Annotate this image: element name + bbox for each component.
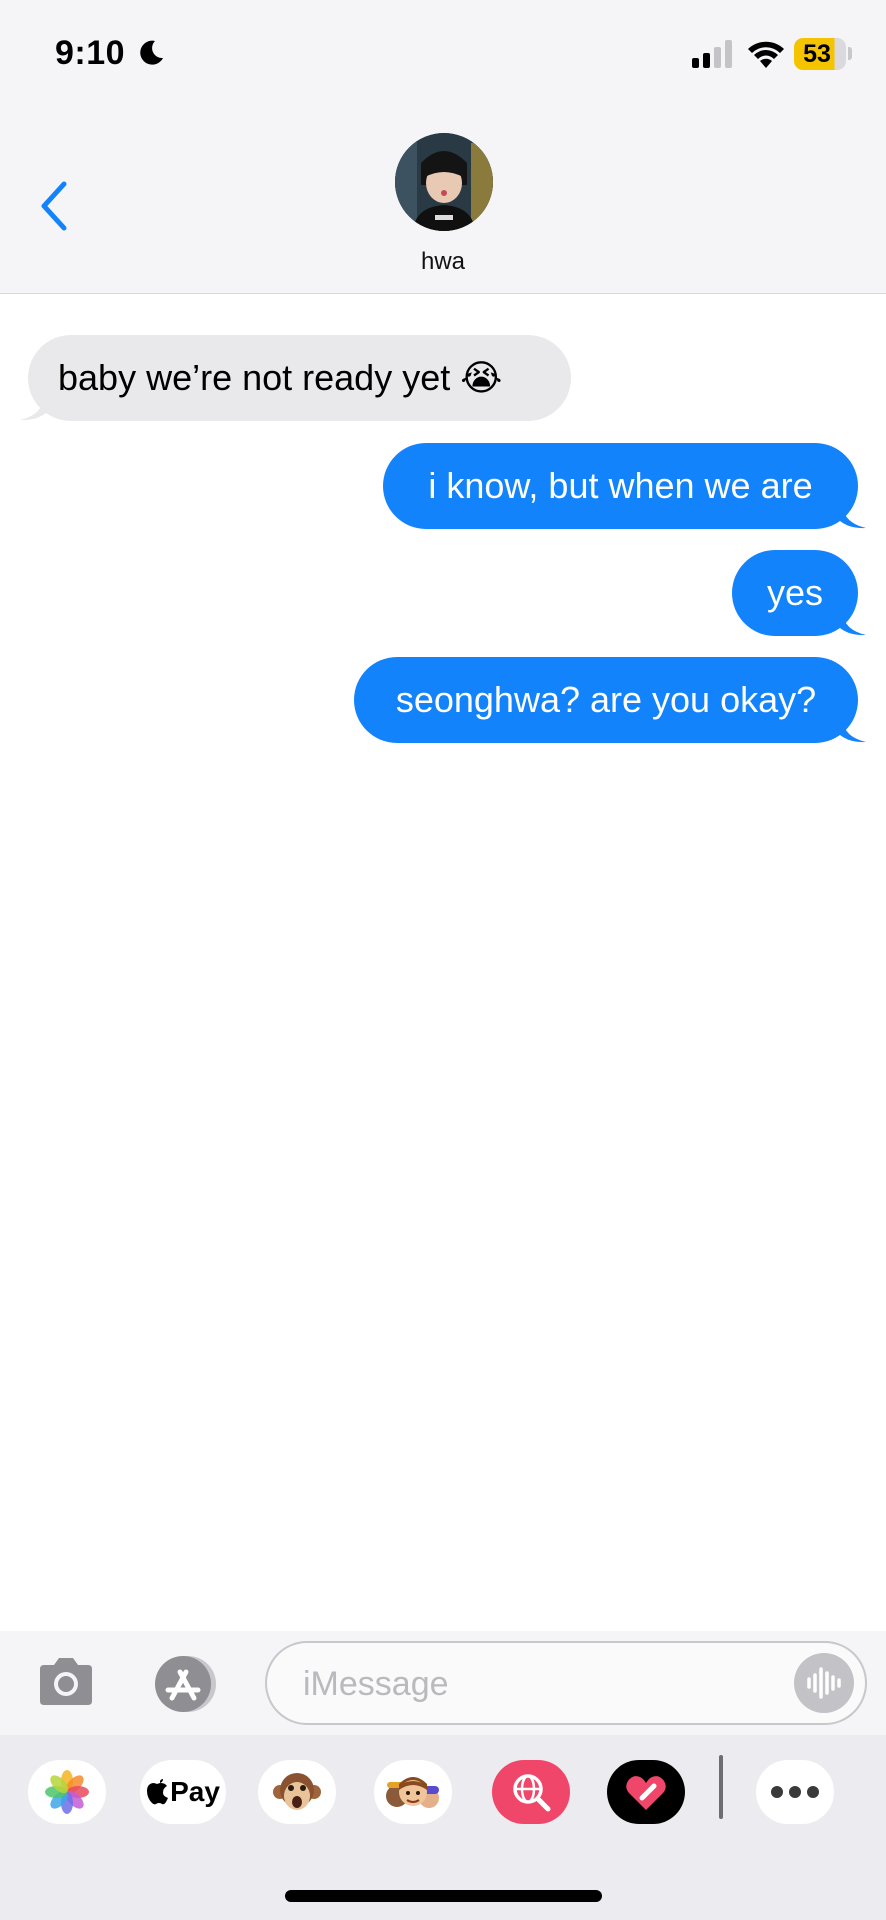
apple-logo-icon — [147, 1779, 169, 1805]
globe-search-icon — [513, 1774, 551, 1812]
memoji-stickers-button[interactable] — [374, 1760, 452, 1824]
message-input-field[interactable] — [265, 1641, 867, 1725]
photos-app-button[interactable] — [28, 1760, 106, 1824]
message-text: seonghwa? are you okay? — [395, 679, 817, 720]
bubble-tail — [20, 397, 50, 421]
status-time: 9:10 — [55, 34, 126, 72]
contact-avatar[interactable] — [395, 133, 493, 231]
heart-touch-icon — [626, 1776, 666, 1810]
outgoing-message-bubble[interactable]: i know, but when we are — [383, 443, 858, 529]
photos-icon — [45, 1770, 89, 1814]
cellular-signal-icon — [692, 40, 732, 68]
audio-waveform-icon — [807, 1667, 841, 1699]
message-text: yes — [766, 572, 824, 613]
app-drawer: Pay — [0, 1735, 886, 1920]
monkey-animoji-icon — [273, 1773, 321, 1810]
battery-indicator: 53 — [794, 38, 846, 70]
message-text: i know, but when we are — [428, 465, 813, 506]
battery-level: 53 — [803, 40, 831, 68]
battery-cap — [848, 47, 852, 60]
composer-bar — [0, 1631, 886, 1735]
outgoing-message-bubble[interactable]: seonghwa? are you okay? — [354, 657, 858, 743]
conversation-header: 9:10 53 hwa — [0, 0, 886, 294]
incoming-message-bubble[interactable]: baby we’re not ready yet 😭 — [28, 335, 571, 421]
memoji-stickers-icon — [386, 1777, 439, 1808]
bubble-tail — [836, 505, 866, 529]
home-indicator[interactable] — [285, 1890, 602, 1902]
avatar-photo — [395, 133, 493, 231]
more-icon — [771, 1786, 819, 1798]
image-search-button[interactable] — [492, 1760, 570, 1824]
app-store-icon[interactable] — [150, 1656, 226, 1712]
chevron-left-icon[interactable] — [36, 180, 72, 232]
message-input[interactable] — [301, 1643, 765, 1725]
animoji-button[interactable] — [258, 1760, 336, 1824]
bubble-tail — [836, 719, 866, 743]
wifi-icon — [748, 41, 784, 68]
apple-pay-label: Pay — [170, 1776, 220, 1807]
apple-pay-button[interactable]: Pay — [140, 1760, 226, 1824]
camera-icon[interactable] — [36, 1655, 96, 1707]
message-text: baby we’re not ready yet 😭 — [58, 357, 503, 398]
app-drawer-divider — [719, 1755, 723, 1819]
moon-icon — [140, 40, 163, 65]
bubble-tail — [836, 612, 866, 636]
contact-name[interactable]: hwa — [343, 248, 543, 276]
audio-message-button[interactable] — [794, 1653, 854, 1713]
more-apps-button[interactable] — [756, 1760, 834, 1824]
digital-touch-button[interactable] — [607, 1760, 685, 1824]
